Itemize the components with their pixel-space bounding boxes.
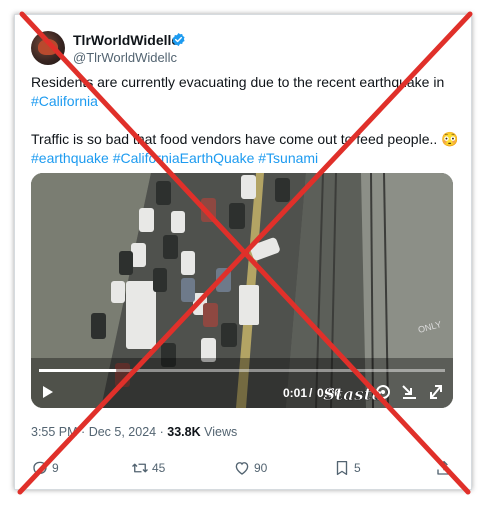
meta-separator: · [81, 425, 86, 439]
bookmark-count: 5 [354, 461, 361, 475]
reply-icon [33, 461, 47, 477]
avatar[interactable] [31, 31, 65, 65]
bookmark-icon [336, 460, 348, 476]
reply-count: 9 [52, 461, 59, 475]
post-text-line: Traffic is so bad that food vendors have… [31, 131, 459, 147]
progress-fill [39, 369, 117, 372]
hashtag-link[interactable]: #California [31, 92, 451, 111]
post-card[interactable]: TlrWorldWidellc @TlrWorldWidellc Residen… [14, 14, 472, 490]
video-current-time: 0:01 [283, 386, 307, 400]
repost-count: 45 [152, 461, 166, 475]
repost-icon [132, 463, 148, 473]
video-frame: ONLY 0:01 / 0:06 Stasta [31, 173, 453, 408]
action-bar: 9 45 90 5 [31, 458, 457, 478]
meta-separator: · [159, 425, 164, 439]
user-handle[interactable]: @TlrWorldWidellc [73, 50, 177, 65]
post-time[interactable]: 3:55 PM [31, 425, 78, 439]
views-count: 33.8K [167, 425, 201, 439]
post-date[interactable]: Dec 5, 2024 [89, 425, 156, 439]
views-label: Views [204, 425, 238, 439]
like-icon [235, 462, 249, 475]
like-count: 90 [254, 461, 268, 475]
post-text: Residents are currently evacuating due t… [31, 73, 459, 168]
post-text-line: Residents are currently evacuating due t… [31, 74, 445, 90]
verified-badge-icon [172, 32, 185, 47]
post-metadata: 3:55 PM · Dec 5, 2024 · 33.8K Views [31, 425, 237, 439]
video-player[interactable]: ONLY 0:01 / 0:06 Stasta [31, 173, 453, 408]
overlay-stamp: Stasta [323, 385, 383, 405]
hashtags-links[interactable]: #earthquake #CaliforniaEarthQuake #Tsuna… [31, 149, 451, 168]
display-name[interactable]: TlrWorldWidellc [73, 32, 179, 48]
share-icon [437, 460, 451, 475]
